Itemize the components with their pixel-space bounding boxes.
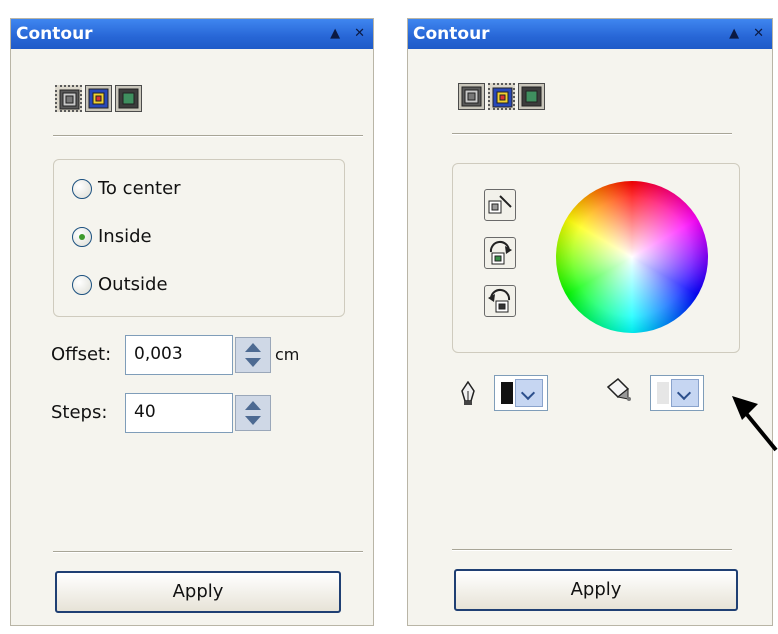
to-center-button[interactable] (458, 83, 485, 110)
pen-nib-icon (461, 381, 475, 405)
steps-input[interactable]: 40 (125, 393, 233, 433)
outside-icon (521, 86, 542, 107)
paint-bucket-icon (606, 377, 631, 401)
radio-circle[interactable] (72, 226, 92, 247)
separator (452, 549, 732, 551)
title-bar[interactable]: Contour ▲ ✕ (11, 19, 373, 49)
to-center-icon (461, 86, 482, 107)
outside-button[interactable] (115, 85, 142, 112)
close-icon[interactable]: ✕ (354, 26, 365, 42)
collapse-up-icon[interactable]: ▲ (729, 26, 739, 42)
contour-panel-left: Contour ▲ ✕ To center Inside Outside Off… (10, 18, 374, 626)
outline-color-dropdown[interactable] (494, 375, 548, 411)
close-icon[interactable]: ✕ (753, 26, 764, 42)
inside-icon (492, 87, 513, 108)
spin-up-icon[interactable] (245, 401, 261, 410)
inside-button[interactable] (488, 83, 515, 110)
separator (53, 135, 363, 137)
to-center-button[interactable] (55, 85, 82, 112)
to-center-icon (59, 89, 80, 110)
apply-button[interactable]: Apply (454, 569, 738, 611)
radio-circle[interactable] (72, 274, 92, 295)
offset-unit: cm (275, 345, 300, 364)
counterclockwise-blend-button[interactable] (484, 285, 516, 317)
radio-inside[interactable]: Inside (72, 226, 152, 247)
chevron-down-icon[interactable] (515, 379, 543, 407)
steps-label: Steps: (51, 402, 108, 423)
radio-circle[interactable] (72, 178, 92, 199)
spin-up-icon[interactable] (245, 343, 261, 352)
separator (53, 551, 363, 553)
counterclockwise-blend-icon (488, 289, 511, 313)
offset-value: 0,003 (134, 344, 183, 364)
offset-input[interactable]: 0,003 (125, 335, 233, 375)
inside-button[interactable] (85, 85, 112, 112)
apply-button[interactable]: Apply (55, 571, 341, 613)
steps-spinner[interactable] (235, 395, 271, 431)
contour-panel-right: Contour ▲ ✕ Apply (407, 18, 773, 626)
annotation-arrow-icon (732, 396, 778, 452)
radio-outside[interactable]: Outside (72, 274, 168, 295)
steps-value: 40 (134, 402, 156, 422)
chevron-down-icon[interactable] (671, 379, 699, 407)
color-wheel-shade (556, 181, 708, 333)
direct-blend-icon (488, 195, 512, 214)
offset-spinner[interactable] (235, 337, 271, 373)
outside-icon (118, 88, 139, 109)
clockwise-blend-icon (489, 241, 512, 265)
radio-label: Outside (98, 274, 168, 295)
radio-to-center[interactable]: To center (72, 178, 181, 199)
direction-group: To center Inside Outside (53, 159, 345, 317)
inside-icon (88, 88, 109, 109)
offset-label: Offset: (51, 344, 112, 365)
title-bar[interactable]: Contour ▲ ✕ (408, 19, 772, 49)
panel-title: Contour (16, 24, 93, 44)
outside-button[interactable] (518, 83, 545, 110)
direct-blend-button[interactable] (484, 189, 516, 221)
spin-down-icon[interactable] (245, 416, 261, 425)
panel-title: Contour (413, 24, 490, 44)
radio-label: To center (98, 178, 181, 199)
fill-color-swatch (657, 382, 669, 404)
separator (452, 133, 732, 135)
collapse-up-icon[interactable]: ▲ (330, 26, 340, 42)
fill-color-dropdown[interactable] (650, 375, 704, 411)
clockwise-blend-button[interactable] (484, 237, 516, 269)
outline-color-swatch (501, 382, 513, 404)
spin-down-icon[interactable] (245, 358, 261, 367)
radio-label: Inside (98, 226, 152, 247)
